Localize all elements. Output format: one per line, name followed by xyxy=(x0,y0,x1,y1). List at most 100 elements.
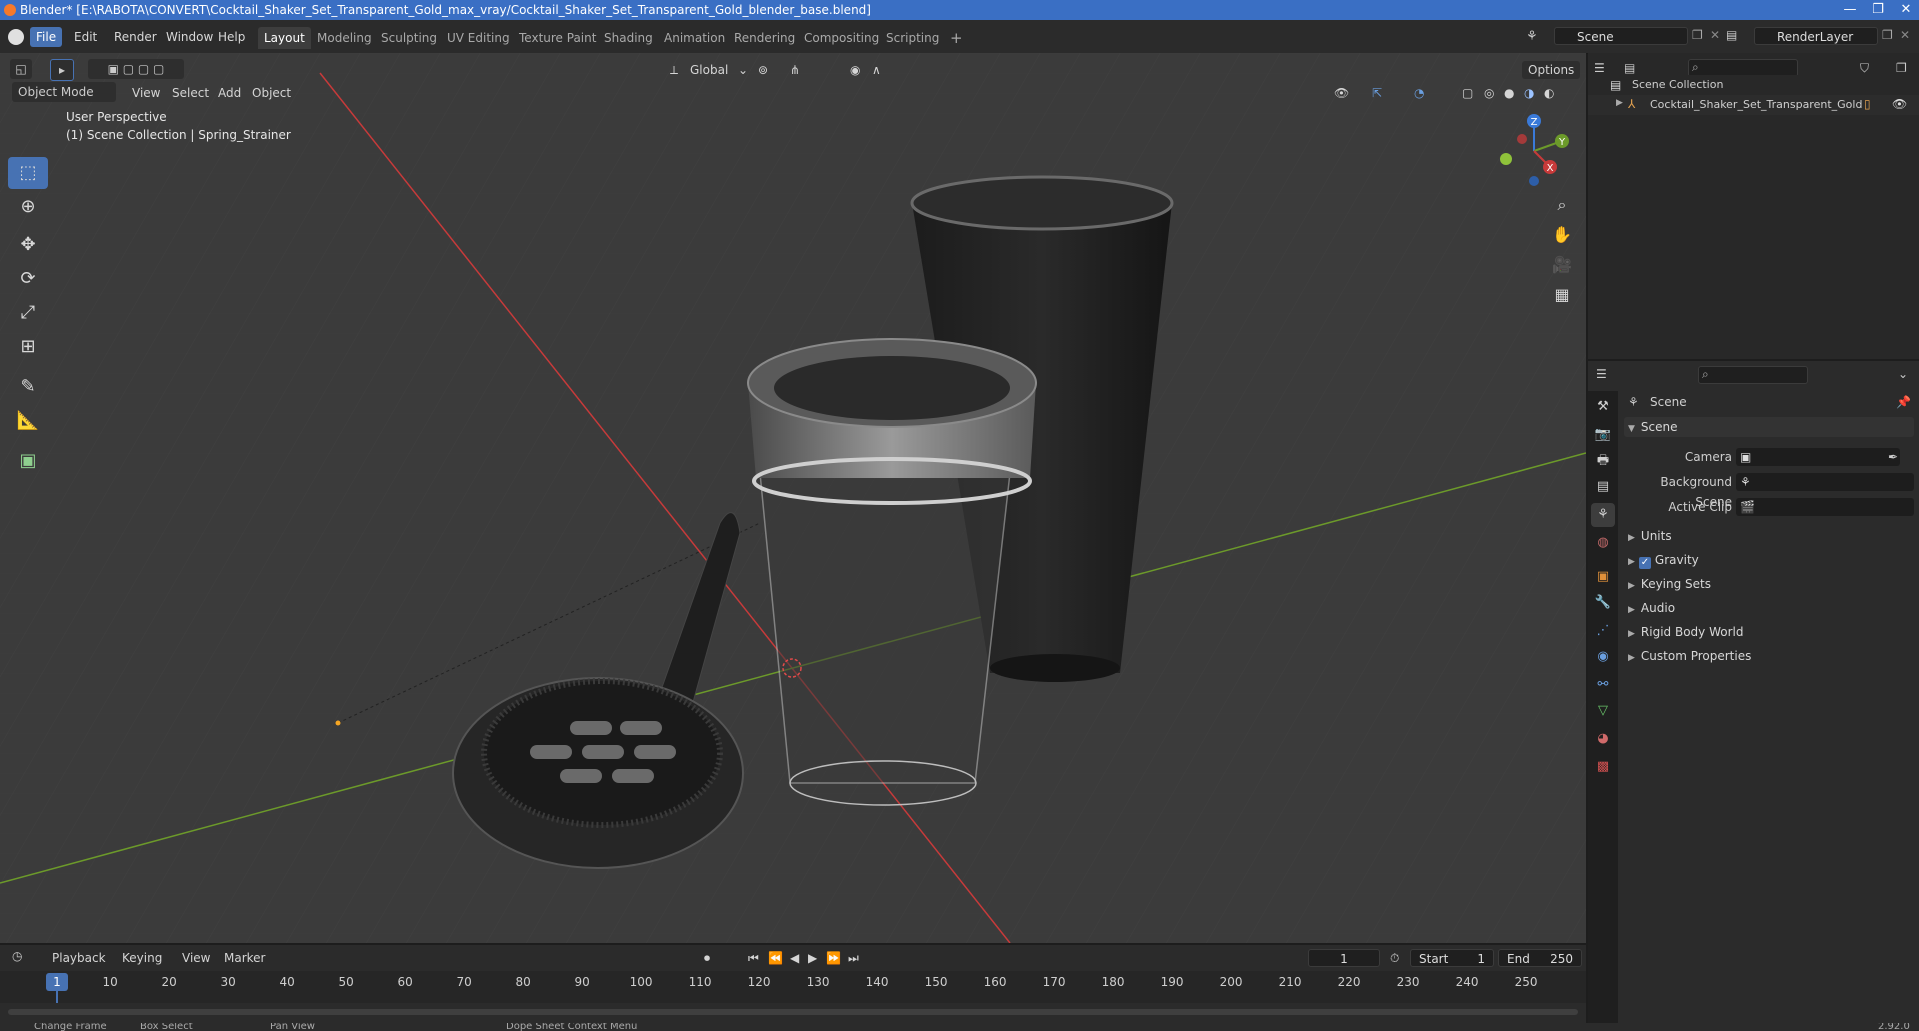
properties-search-input[interactable] xyxy=(1698,366,1808,384)
perspective-toggle-icon[interactable]: ▦ xyxy=(1548,281,1576,309)
menu-playback[interactable]: Playback xyxy=(52,949,106,967)
start-frame-field[interactable]: Start 1 xyxy=(1410,949,1494,967)
keying-sets-panel-header[interactable]: ▶ Keying Sets xyxy=(1624,574,1914,594)
world-tab-icon[interactable]: ◍ xyxy=(1591,531,1615,555)
constraints-tab-icon[interactable]: ⚯ xyxy=(1591,673,1615,697)
material-tab-icon[interactable]: ◕ xyxy=(1591,727,1615,751)
preview-range-icon[interactable]: ⏱ xyxy=(1390,949,1399,967)
scene-icon[interactable]: ⚘ xyxy=(1526,29,1538,44)
neg-x-icon[interactable] xyxy=(1517,134,1527,144)
end-frame-field[interactable]: End 250 xyxy=(1498,949,1582,967)
menu-marker[interactable]: Marker xyxy=(224,949,265,967)
tab-animation[interactable]: Animation xyxy=(658,27,731,49)
menu-add[interactable]: Add xyxy=(218,84,241,102)
options-button[interactable]: Options xyxy=(1522,61,1581,79)
tab-texture-paint[interactable]: Texture Paint xyxy=(513,27,602,49)
background-scene-field[interactable] xyxy=(1736,473,1914,491)
select-box-tool-icon[interactable]: ⬚ xyxy=(8,157,48,189)
mode-selector[interactable]: Object Mode xyxy=(12,82,116,102)
tab-layout[interactable]: Layout xyxy=(258,27,311,49)
overlays-icon[interactable]: ◔ xyxy=(1414,84,1424,102)
tab-sculpting[interactable]: Sculpting xyxy=(375,27,443,49)
custom-properties-panel-header[interactable]: ▶ Custom Properties xyxy=(1624,646,1914,666)
xray-icon[interactable]: ▢ xyxy=(1462,84,1473,102)
play-icon[interactable]: ▶ xyxy=(808,949,817,967)
active-clip-field[interactable] xyxy=(1736,498,1914,516)
3d-viewport[interactable]: ◱ ▸ ▣ ▢ ▢ ▢ ⟂ Global ⌄ ⊚ ⋔ ◉ ∧ Options O… xyxy=(0,53,1586,943)
current-frame-field[interactable]: 1 xyxy=(1308,949,1380,967)
menu-keying[interactable]: Keying xyxy=(122,949,162,967)
texture-tab-icon[interactable]: ▩ xyxy=(1591,755,1615,779)
navigation-gizmo[interactable]: Z Y X xyxy=(1494,111,1574,191)
add-workspace-button[interactable]: + xyxy=(944,27,969,49)
tab-modeling[interactable]: Modeling xyxy=(311,27,378,49)
properties-editor-icon[interactable]: ☰ xyxy=(1596,367,1607,381)
units-panel-header[interactable]: ▶ Units xyxy=(1624,526,1914,546)
output-tab-icon[interactable]: 🖶 xyxy=(1591,449,1615,473)
particles-tab-icon[interactable]: ⋰ xyxy=(1591,619,1615,643)
transform-orientation[interactable]: Global xyxy=(690,61,728,79)
tool-tab-icon[interactable]: ⚒ xyxy=(1591,395,1615,419)
editor-type-icon[interactable]: ◱ xyxy=(10,59,32,79)
chevron-down-icon[interactable]: ⌄ xyxy=(738,61,748,79)
selection-mode-icons[interactable]: ▣ ▢ ▢ ▢ xyxy=(88,59,184,79)
annotate-tool-icon[interactable]: ✎ xyxy=(8,371,48,403)
zoom-icon[interactable]: ⌕ xyxy=(1548,191,1576,219)
renderlayer-icon[interactable]: ▤ xyxy=(1726,28,1737,42)
tab-shading[interactable]: Shading xyxy=(598,27,659,49)
outliner-row-root[interactable]: ▤ Scene Collection xyxy=(1588,75,1919,95)
move-tool-icon[interactable]: ✥ xyxy=(8,229,48,261)
pin-icon[interactable]: 📌 xyxy=(1896,395,1911,409)
blender-menu-icon[interactable] xyxy=(8,29,24,45)
orientation-icon[interactable]: ⟂ xyxy=(670,61,678,79)
select-tool-icon[interactable]: ▸ xyxy=(50,59,74,81)
neg-y-icon[interactable] xyxy=(1500,153,1512,165)
prev-keyframe-icon[interactable]: ⏪ xyxy=(768,949,783,967)
close-button[interactable]: ✕ xyxy=(1892,0,1919,20)
gravity-checkbox[interactable]: ✓ xyxy=(1638,557,1651,569)
filter-icon[interactable]: ⛉ xyxy=(1860,61,1869,76)
data-tab-icon[interactable]: ▽ xyxy=(1591,699,1615,723)
renderlayer-selector[interactable]: RenderLayer xyxy=(1754,27,1878,45)
tab-scripting[interactable]: Scripting xyxy=(880,27,945,49)
jump-end-icon[interactable]: ⏭ xyxy=(848,949,859,967)
cursor-tool-icon[interactable]: ⊕ xyxy=(8,191,48,223)
gizmo-toggle-icon[interactable]: ⇱ xyxy=(1372,84,1382,102)
menu-render[interactable]: Render xyxy=(108,27,163,47)
new-renderlayer-icon[interactable]: ❐ xyxy=(1882,28,1893,42)
viewport-scene[interactable] xyxy=(0,53,1586,943)
eyedropper-icon[interactable]: ✒ xyxy=(1888,447,1898,467)
scene-panel-header[interactable]: ▼ Scene xyxy=(1624,417,1914,437)
display-mode-icon[interactable]: ▤ xyxy=(1624,61,1635,75)
timeline-scrollbar[interactable] xyxy=(8,1009,1578,1015)
new-collection-icon[interactable]: ❐ xyxy=(1896,61,1907,75)
expand-arrow-icon[interactable]: ▶ xyxy=(1616,98,1623,108)
menu-view[interactable]: View xyxy=(132,84,160,102)
menu-file[interactable]: File xyxy=(30,27,63,47)
rigid-body-world-panel-header[interactable]: ▶ Rigid Body World xyxy=(1624,622,1914,642)
add-cube-tool-icon[interactable]: ▣ xyxy=(8,445,48,477)
visibility-eye-icon[interactable]: 👁 xyxy=(1892,97,1907,111)
falloff-icon[interactable]: ∧ xyxy=(872,61,881,79)
menu-edit[interactable]: Edit xyxy=(68,27,103,47)
maximize-button[interactable]: ❐ xyxy=(1864,0,1892,20)
object-tab-icon[interactable]: ▣ xyxy=(1591,565,1615,589)
proportional-edit-icon[interactable]: ◉ xyxy=(850,61,860,79)
chevron-down-icon[interactable]: ⌄ xyxy=(1898,367,1908,381)
play-reverse-icon[interactable]: ◀ xyxy=(790,949,799,967)
rotate-tool-icon[interactable]: ⟳ xyxy=(8,263,48,295)
tab-compositing[interactable]: Compositing xyxy=(798,27,885,49)
neg-z-icon[interactable] xyxy=(1529,176,1539,186)
menu-object[interactable]: Object xyxy=(252,84,291,102)
gravity-panel-header[interactable]: ▶ ✓ Gravity xyxy=(1624,550,1914,570)
pivot-icon[interactable]: ⊚ xyxy=(758,61,768,79)
jump-start-icon[interactable]: ⏮ xyxy=(748,949,759,967)
rendered-shading-icon[interactable]: ◐ xyxy=(1544,84,1554,102)
visibility-icon[interactable]: 👁 xyxy=(1334,84,1349,102)
audio-panel-header[interactable]: ▶ Audio xyxy=(1624,598,1914,618)
remove-scene-icon[interactable]: ✕ xyxy=(1710,28,1720,42)
view-layer-tab-icon[interactable]: ▤ xyxy=(1591,475,1615,499)
remove-renderlayer-icon[interactable]: ✕ xyxy=(1900,28,1910,42)
outliner-row-object[interactable]: ▶ ⅄ Cocktail_Shaker_Set_Transparent_Gold… xyxy=(1588,95,1919,115)
solid-shading-icon[interactable]: ● xyxy=(1504,84,1514,102)
